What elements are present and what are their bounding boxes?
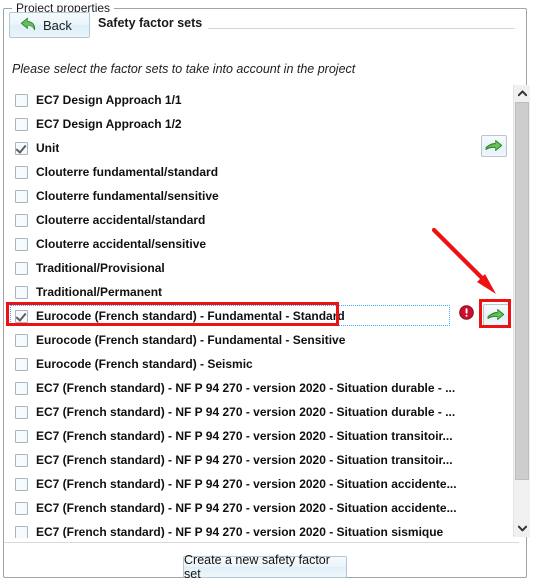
list-item-label: EC7 (French standard) - NF P 94 270 - ve… (36, 477, 457, 491)
back-button[interactable]: Back (9, 12, 90, 38)
list-item-label: EC7 Design Approach 1/1 (36, 93, 182, 107)
list-item[interactable]: EC7 (French standard) - NF P 94 270 - ve… (4, 448, 501, 472)
scrollbar-down-button[interactable] (514, 520, 530, 537)
back-arrow-icon (20, 17, 36, 31)
factor-sets-list: EC7 Design Approach 1/1 EC7 Design Approa… (4, 84, 519, 538)
checkbox[interactable] (15, 285, 28, 299)
list-item[interactable]: Clouterre accidental/standard (4, 208, 501, 232)
list-item[interactable]: EC7 (French standard) - NF P 94 270 - ve… (4, 496, 501, 520)
chevron-up-icon (517, 90, 527, 97)
checkbox[interactable] (15, 501, 28, 515)
list-item-label: Clouterre accidental/standard (36, 213, 206, 227)
list-item[interactable]: EC7 Design Approach 1/1 (4, 88, 501, 112)
unit-go-arrow-button[interactable] (481, 135, 507, 157)
checkbox[interactable] (15, 309, 28, 323)
list-item-label: EC7 (French standard) - NF P 94 270 - ve… (36, 525, 444, 538)
green-right-arrow-icon (487, 309, 505, 320)
list-item-label: Eurocode (French standard) - Seismic (36, 357, 253, 371)
list-item-label: EC7 (French standard) - NF P 94 270 - ve… (36, 501, 457, 515)
list-item[interactable]: Eurocode (French standard) - Seismic (4, 352, 501, 376)
checkbox[interactable] (15, 117, 28, 131)
list-item[interactable]: EC7 (French standard) - NF P 94 270 - ve… (4, 400, 501, 424)
checkbox[interactable] (15, 261, 28, 275)
list-item[interactable]: Clouterre accidental/sensitive (4, 232, 501, 256)
checkbox[interactable] (15, 141, 28, 155)
checkbox[interactable] (15, 525, 28, 538)
list-item[interactable]: Eurocode (French standard) - Fundamental… (4, 304, 501, 328)
checkbox[interactable] (15, 381, 28, 395)
list-item-label: Traditional/Provisional (36, 261, 165, 275)
checkbox[interactable] (15, 93, 28, 107)
list-item[interactable]: Clouterre fundamental/sensitive (4, 184, 501, 208)
checkbox[interactable] (15, 429, 28, 443)
checkbox[interactable] (15, 477, 28, 491)
checkbox[interactable] (15, 453, 28, 467)
checkbox[interactable] (15, 405, 28, 419)
back-button-label: Back (43, 17, 72, 33)
list-item[interactable]: EC7 (French standard) - NF P 94 270 - ve… (4, 520, 501, 538)
list-item[interactable]: Traditional/Permanent (4, 280, 501, 304)
list-item-label: EC7 (French standard) - NF P 94 270 - ve… (36, 429, 453, 443)
list-item-label: Clouterre accidental/sensitive (36, 237, 207, 251)
checkbox[interactable] (15, 333, 28, 347)
header-divider (208, 28, 515, 29)
checkbox[interactable] (15, 357, 28, 371)
list-item-label: Unit (36, 141, 60, 155)
list-item-label: EC7 (French standard) - NF P 94 270 - ve… (36, 405, 456, 419)
list-item[interactable]: EC7 Design Approach 1/2 (4, 112, 501, 136)
list-item[interactable]: Eurocode (French standard) - Fundamental… (4, 328, 501, 352)
scrollbar-up-button[interactable] (514, 85, 530, 102)
list-item-label: EC7 (French standard) - NF P 94 270 - ve… (36, 453, 453, 467)
list-item[interactable]: EC7 (French standard) - NF P 94 270 - ve… (4, 424, 501, 448)
checkbox[interactable] (15, 213, 28, 227)
list-item[interactable]: Traditional/Provisional (4, 256, 501, 280)
list-item[interactable]: EC7 (French standard) - NF P 94 270 - ve… (4, 376, 501, 400)
chevron-down-icon (517, 525, 527, 532)
list-item-label: Eurocode (French standard) - Fundamental… (36, 333, 346, 347)
instruction-text: Please select the factor sets to take in… (12, 62, 356, 76)
list-item-label: Eurocode (French standard) - Fundamental… (36, 309, 345, 323)
list-item-label: EC7 Design Approach 1/2 (36, 117, 182, 131)
list-item[interactable]: EC7 (French standard) - NF P 94 270 - ve… (4, 472, 501, 496)
error-exclamation-icon (459, 305, 474, 320)
checkbox[interactable] (15, 189, 28, 203)
eurocode-go-arrow-button[interactable] (483, 304, 509, 326)
green-right-arrow-icon (485, 140, 503, 151)
header-row: Back Safety factor sets (9, 12, 515, 38)
list-item-label: EC7 (French standard) - NF P 94 270 - ve… (36, 381, 456, 395)
list-item[interactable]: Unit (4, 136, 501, 160)
list-item-label: Clouterre fundamental/sensitive (36, 189, 219, 203)
list-item-label: Traditional/Permanent (36, 285, 163, 299)
create-safety-factor-set-button[interactable]: Create a new safety factor set (183, 553, 347, 581)
scrollbar-track[interactable] (514, 102, 530, 520)
list-item[interactable]: Clouterre fundamental/standard (4, 160, 501, 184)
list-scrollbar[interactable] (513, 85, 530, 537)
list-item-label: Clouterre fundamental/standard (36, 165, 219, 179)
checkbox[interactable] (15, 237, 28, 251)
page-title: Safety factor sets (98, 16, 203, 30)
checkbox[interactable] (15, 165, 28, 179)
list-footer-divider (4, 542, 519, 543)
scrollbar-thumb[interactable] (515, 102, 529, 480)
